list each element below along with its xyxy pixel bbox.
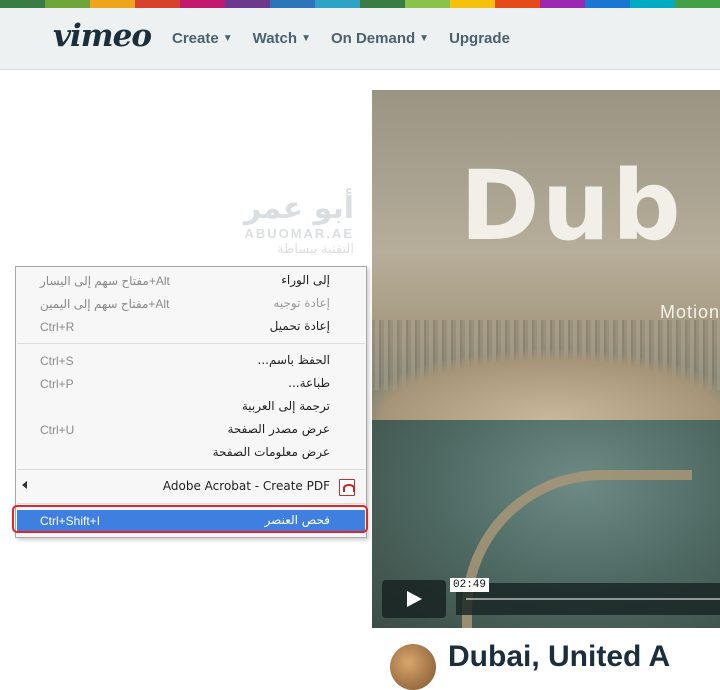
color-strip-segment [495, 0, 540, 8]
menu-item-label: Adobe Acrobat - Create PDF [162, 479, 330, 493]
color-strip-segment [360, 0, 405, 8]
color-strip-segment [45, 0, 90, 8]
menu-item-label: عرض مصدر الصفحة [227, 422, 331, 436]
menu-item-save-as[interactable]: الحفظ باسم... Ctrl+S [17, 350, 365, 373]
vimeo-logo[interactable]: vimeo [53, 18, 152, 54]
menu-item-acrobat[interactable]: Adobe Acrobat - Create PDF [17, 476, 365, 499]
menu-item-shortcut: Ctrl+P [40, 377, 74, 391]
play-button[interactable] [382, 580, 446, 618]
menu-item-reload[interactable]: إعادة تحميل Ctrl+R [17, 316, 365, 339]
menu-item-label: إعادة توجيه [273, 296, 330, 310]
annotation-highlight-box [12, 505, 368, 533]
play-icon [407, 591, 422, 607]
nav-on-demand[interactable]: On Demand ▼ [331, 30, 429, 47]
color-strip-segment [180, 0, 225, 8]
time-tooltip: 02:49 [450, 578, 490, 592]
nav-upgrade[interactable]: Upgrade [449, 30, 510, 47]
nav-watch-label: Watch [252, 30, 298, 47]
menu-item-shortcut: Ctrl+S [40, 354, 74, 368]
menu-item-label: عرض معلومات الصفحة [212, 445, 330, 459]
menu-separator [17, 343, 365, 344]
color-strip-segment [225, 0, 270, 8]
color-strip-segment [135, 0, 180, 8]
menu-item-view-source[interactable]: عرض مصدر الصفحة Ctrl+U [17, 419, 365, 442]
nav-create[interactable]: Create ▼ [172, 30, 233, 47]
color-strip-segment [630, 0, 675, 8]
watermark-tagline: التقنية ببساطة [277, 241, 354, 256]
nav-on-demand-label: On Demand [330, 30, 416, 47]
menu-separator [17, 503, 365, 504]
menu-item-shortcut: Ctrl+R [40, 320, 75, 334]
menu-item-label: إلى الوراء [281, 273, 330, 287]
color-strip-segment [405, 0, 450, 8]
chevron-down-icon: ▼ [301, 33, 311, 44]
menu-item-label: إعادة تحميل [269, 319, 330, 333]
main-nav: Create ▼ Watch ▼ On Demand ▼ Upgrade [172, 30, 530, 47]
video-title-overlay: Dub [460, 150, 683, 262]
color-strip-segment [270, 0, 315, 8]
color-strip-segment [675, 0, 720, 8]
menu-item-shortcut: Ctrl+U [40, 423, 75, 437]
watermark-arabic: أبو عمر [243, 191, 354, 226]
context-menu: إلى الوراء مفتاح سهم إلى اليسار+Alt إعاد… [15, 266, 367, 538]
menu-item-page-info[interactable]: عرض معلومات الصفحة [17, 442, 365, 465]
video-player[interactable]: Dub Motion 02:49 [372, 90, 720, 628]
chevron-down-icon: ▼ [419, 33, 430, 44]
submenu-arrow-icon [22, 481, 27, 489]
color-strip-segment [0, 0, 45, 8]
menu-item-label: طباعة... [288, 376, 330, 390]
nav-create-label: Create [172, 30, 219, 47]
color-strip-segment [90, 0, 135, 8]
watermark-latin: ABUOMAR.AE [244, 226, 354, 241]
top-color-strip [0, 0, 720, 8]
menu-item-label: الحفظ باسم... [257, 353, 331, 367]
menu-item-forward[interactable]: إعادة توجيه مفتاح سهم إلى اليمين+Alt [17, 293, 365, 316]
menu-item-translate[interactable]: ترجمة إلى العربية [17, 396, 365, 419]
chevron-down-icon: ▼ [222, 33, 233, 44]
menu-item-label: ترجمة إلى العربية [241, 399, 330, 413]
nav-watch[interactable]: Watch ▼ [253, 30, 311, 47]
color-strip-segment [585, 0, 630, 8]
site-header: vimeo Create ▼ Watch ▼ On Demand ▼ Upgra… [0, 8, 720, 70]
video-subtitle-overlay: Motion [660, 302, 720, 322]
menu-item-shortcut: مفتاح سهم إلى اليسار+Alt [40, 274, 170, 288]
video-page-title: Dubai, United A [448, 640, 671, 673]
menu-item-back[interactable]: إلى الوراء مفتاح سهم إلى اليسار+Alt [17, 270, 365, 293]
progress-bar[interactable] [456, 583, 720, 615]
color-strip-segment [450, 0, 495, 8]
progress-track[interactable] [466, 598, 720, 600]
menu-separator [17, 469, 365, 470]
avatar[interactable] [390, 644, 436, 690]
menu-item-print[interactable]: طباعة... Ctrl+P [17, 373, 365, 396]
pdf-icon [339, 479, 355, 496]
color-strip-segment [540, 0, 585, 8]
menu-item-shortcut: مفتاح سهم إلى اليمين+Alt [40, 297, 170, 311]
color-strip-segment [315, 0, 360, 8]
nav-upgrade-label: Upgrade [449, 30, 510, 47]
